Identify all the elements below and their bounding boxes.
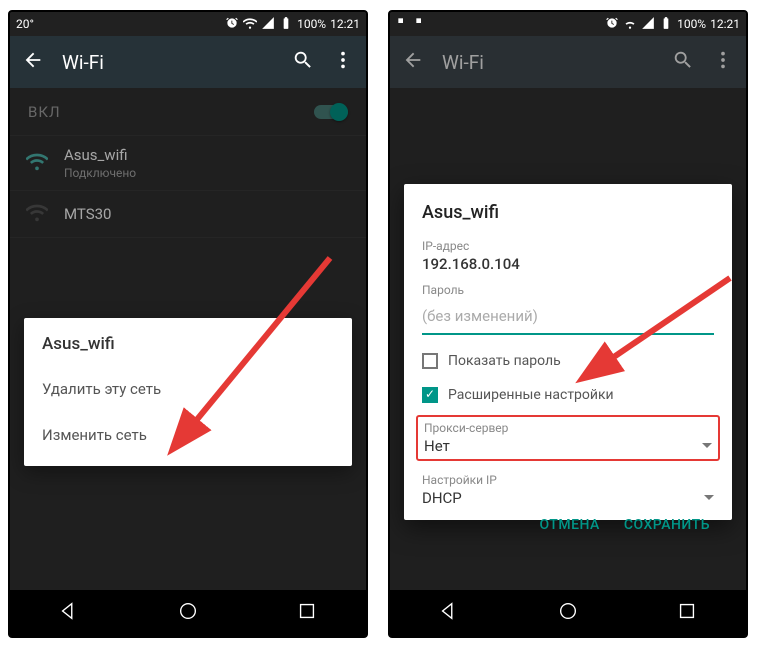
screenshot-icon <box>414 16 428 33</box>
battery-icon <box>279 16 293 33</box>
modify-network-item[interactable]: Изменить сеть <box>24 412 352 458</box>
content-area: Asus_wifi IP-адрес 192.168.0.104 Пароль … <box>390 88 746 590</box>
alarm-icon <box>225 16 239 33</box>
show-password-label: Показать пароль <box>448 353 561 369</box>
search-icon[interactable] <box>672 49 694 75</box>
nav-back-icon[interactable] <box>58 600 80 626</box>
screenshot-icon <box>396 16 410 33</box>
ip-settings-label: Настройки IP <box>422 473 714 487</box>
nav-home-icon[interactable] <box>557 600 579 626</box>
nav-bar <box>390 590 746 636</box>
page-title: Wi-Fi <box>62 51 274 74</box>
back-icon[interactable] <box>402 49 424 75</box>
proxy-label: Прокси-сервер <box>424 421 712 435</box>
back-icon[interactable] <box>22 49 44 75</box>
ip-label: IP-адрес <box>422 239 714 253</box>
cancel-button[interactable]: ОТМЕНА <box>539 517 599 533</box>
wifi-list: ВКЛ Asus_wifi Подключено MTS30 Asus_wifi… <box>10 88 366 590</box>
temperature: 20° <box>16 17 34 31</box>
checkbox-icon[interactable] <box>422 353 438 369</box>
nav-back-icon[interactable] <box>438 600 460 626</box>
search-icon[interactable] <box>292 49 314 75</box>
wifi-icon <box>623 16 637 33</box>
ip-settings-value: DHCP <box>422 489 462 507</box>
advanced-label: Расширенные настройки <box>448 387 614 403</box>
signal-icon <box>641 16 655 33</box>
wifi-icon <box>243 16 257 33</box>
password-input[interactable]: (без изменений) <box>422 301 714 335</box>
status-bar: 20° 100% 12:21 <box>10 12 366 36</box>
show-password-row[interactable]: Показать пароль <box>422 353 714 369</box>
overflow-icon[interactable] <box>712 49 734 75</box>
app-bar: Wi-Fi <box>390 36 746 88</box>
clock: 12:21 <box>710 17 740 31</box>
forget-network-item[interactable]: Удалить эту сеть <box>24 366 352 412</box>
chevron-down-icon <box>702 437 712 455</box>
nav-recent-icon[interactable] <box>296 600 318 626</box>
context-menu-title: Asus_wifi <box>24 334 352 366</box>
signal-icon <box>261 16 275 33</box>
checkbox-checked-icon[interactable] <box>422 387 438 403</box>
edit-network-dialog: Asus_wifi IP-адрес 192.168.0.104 Пароль … <box>404 184 732 520</box>
phone-left: 20° 100% 12:21 Wi-Fi ВКЛ Asus_wifi Подкл… <box>8 10 368 638</box>
advanced-row[interactable]: Расширенные настройки <box>422 387 714 403</box>
network-context-menu: Asus_wifi Удалить эту сеть Изменить сеть <box>24 318 352 466</box>
ip-value: 192.168.0.104 <box>422 255 714 273</box>
proxy-select[interactable]: Прокси-сервер Нет <box>416 415 720 461</box>
password-label: Пароль <box>422 283 714 297</box>
save-button[interactable]: СОХРАНИТЬ <box>624 517 710 533</box>
chevron-down-icon <box>704 489 714 507</box>
dialog-actions: ОТМЕНА СОХРАНИТЬ <box>422 507 714 541</box>
page-title: Wi-Fi <box>442 51 654 74</box>
alarm-icon <box>605 16 619 33</box>
battery-icon <box>659 16 673 33</box>
nav-home-icon[interactable] <box>177 600 199 626</box>
app-bar: Wi-Fi <box>10 36 366 88</box>
proxy-value: Нет <box>424 437 450 455</box>
clock: 12:21 <box>330 17 360 31</box>
nav-bar <box>10 590 366 636</box>
phone-right: 100% 12:21 Wi-Fi Asus_wifi IP-адрес 192.… <box>388 10 748 638</box>
battery-percent: 100% <box>297 17 326 31</box>
nav-recent-icon[interactable] <box>676 600 698 626</box>
battery-percent: 100% <box>677 17 706 31</box>
overflow-icon[interactable] <box>332 49 354 75</box>
ip-settings-select[interactable]: Настройки IP DHCP <box>422 473 714 507</box>
status-bar: 100% 12:21 <box>390 12 746 36</box>
dialog-title: Asus_wifi <box>422 202 714 223</box>
